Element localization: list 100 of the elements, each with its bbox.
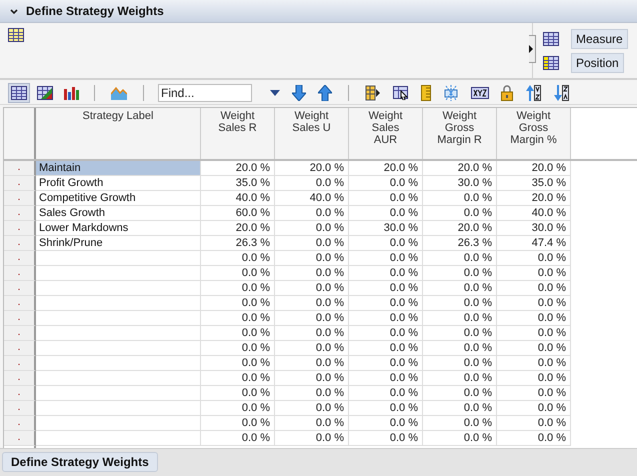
- table-cell: 40.0 %: [275, 191, 349, 206]
- lock-icon[interactable]: [501, 85, 513, 101]
- table-cell: 0.0 %: [275, 401, 349, 416]
- table-cell: 0.0 %: [275, 341, 349, 356]
- collapse-icon[interactable]: [10, 8, 18, 14]
- table-cell: 0.0 %: [201, 341, 275, 356]
- table-cell: 0.0 %: [423, 416, 497, 431]
- row-header[interactable]: .: [4, 356, 36, 371]
- ruler-icon[interactable]: [421, 85, 431, 101]
- table-cell: Maintain: [36, 161, 201, 176]
- row-header[interactable]: .: [4, 431, 36, 446]
- grid-cursor-icon[interactable]: [393, 86, 409, 100]
- row-header[interactable]: .: [4, 416, 36, 431]
- row-header[interactable]: .: [4, 326, 36, 341]
- table-cell: 20.0 %: [275, 161, 349, 176]
- split-icon[interactable]: [443, 85, 459, 101]
- table-cell: 26.3 %: [423, 236, 497, 251]
- row-header[interactable]: .: [4, 371, 36, 386]
- xyz-icon[interactable]: [471, 87, 489, 99]
- column-header[interactable]: Strategy Label: [36, 108, 201, 159]
- table-cell: Sales Growth: [36, 206, 201, 221]
- table-cell: 0.0 %: [349, 281, 423, 296]
- sort-descending-icon[interactable]: [553, 85, 569, 101]
- axis-button[interactable]: Position: [571, 52, 624, 72]
- area-chart-icon[interactable]: [111, 86, 127, 100]
- table-cell: 0.0 %: [423, 326, 497, 341]
- table-cell: 0.0 %: [275, 326, 349, 341]
- column-header[interactable]: Weight Gross Margin %: [497, 108, 571, 159]
- row-header[interactable]: .: [4, 221, 36, 236]
- table-cell: 0.0 %: [423, 296, 497, 311]
- column-header[interactable]: Weight Gross Margin R: [423, 108, 497, 159]
- grid-chart-icon[interactable]: [34, 83, 56, 103]
- row-header[interactable]: .: [4, 176, 36, 191]
- row-header[interactable]: .: [4, 386, 36, 401]
- tab[interactable]: Define Strategy Weights: [2, 452, 158, 472]
- table-cell: 0.0 %: [201, 356, 275, 371]
- table-cell: Profit Growth: [36, 176, 201, 191]
- table-cell: 0.0 %: [349, 296, 423, 311]
- table-cell: 0.0 %: [423, 386, 497, 401]
- row-header[interactable]: .: [4, 236, 36, 251]
- table-cell: 40.0 %: [201, 191, 275, 206]
- table-cell: 0.0 %: [201, 251, 275, 266]
- row-header[interactable]: .: [4, 341, 36, 356]
- grid-icon: [543, 32, 559, 46]
- table-cell: 0.0 %: [275, 251, 349, 266]
- table-cell: 0.0 %: [349, 416, 423, 431]
- table-cell: Lower Markdowns: [36, 221, 201, 236]
- table-cell: 0.0 %: [201, 281, 275, 296]
- table-cell: 0.0 %: [275, 416, 349, 431]
- table-cell: 0.0 %: [349, 431, 423, 446]
- sort-ascending-icon[interactable]: [525, 85, 541, 101]
- table-cell: 0.0 %: [423, 371, 497, 386]
- table-cell: 0.0 %: [275, 221, 349, 236]
- table-cell: 0.0 %: [349, 251, 423, 266]
- find-field[interactable]: Find...: [158, 84, 252, 102]
- table-cell: 20.0 %: [201, 161, 275, 176]
- column-export-icon[interactable]: [365, 85, 381, 101]
- table-cell: 0.0 %: [275, 296, 349, 311]
- column-header[interactable]: Weight Sales R: [201, 108, 275, 159]
- table-cell: 0.0 %: [349, 176, 423, 191]
- table-cell: 0.0 %: [275, 176, 349, 191]
- row-header[interactable]: .: [4, 161, 36, 176]
- table-cell: 0.0 %: [275, 281, 349, 296]
- grid-view-icon[interactable]: [8, 83, 30, 103]
- table-cell: 0.0 %: [201, 266, 275, 281]
- grid-icon: [8, 28, 24, 42]
- grid-icon: [543, 56, 559, 70]
- row-header[interactable]: .: [4, 206, 36, 221]
- table-cell: 30.0 %: [423, 176, 497, 191]
- table-cell: 0.0 %: [275, 371, 349, 386]
- axis-button[interactable]: Measure: [571, 28, 628, 48]
- table-cell: 0.0 %: [349, 356, 423, 371]
- table-cell: 20.0 %: [201, 221, 275, 236]
- table-cell: 0.0 %: [275, 236, 349, 251]
- table-cell: 0.0 %: [349, 371, 423, 386]
- row-header[interactable]: .: [4, 266, 36, 281]
- row-header[interactable]: .: [4, 191, 36, 206]
- table-cell: 0.0 %: [275, 206, 349, 221]
- table-cell: 0.0 %: [423, 311, 497, 326]
- up-arrow-icon[interactable]: [318, 85, 332, 101]
- table-cell: Shrink/Prune: [36, 236, 201, 251]
- table-cell: 0.0 %: [275, 311, 349, 326]
- expand-handle[interactable]: [529, 35, 536, 63]
- row-header[interactable]: .: [4, 401, 36, 416]
- row-header[interactable]: .: [4, 311, 36, 326]
- column-header[interactable]: Weight Sales AUR: [349, 108, 423, 159]
- column-header[interactable]: Weight Sales U: [275, 108, 349, 159]
- table-cell: 0.0 %: [275, 431, 349, 446]
- table-cell: 0.0 %: [423, 431, 497, 446]
- table-cell: 60.0 %: [201, 206, 275, 221]
- table-cell: 0.0 %: [423, 251, 497, 266]
- row-header[interactable]: .: [4, 296, 36, 311]
- row-header[interactable]: .: [4, 251, 36, 266]
- table-cell: 0.0 %: [349, 266, 423, 281]
- row-header[interactable]: .: [4, 281, 36, 296]
- table-cell: 0.0 %: [275, 386, 349, 401]
- table-cell: 20.0 %: [423, 161, 497, 176]
- down-arrow-icon[interactable]: [292, 85, 306, 101]
- table-cell: 0.0 %: [275, 266, 349, 281]
- header-corner[interactable]: [4, 108, 36, 159]
